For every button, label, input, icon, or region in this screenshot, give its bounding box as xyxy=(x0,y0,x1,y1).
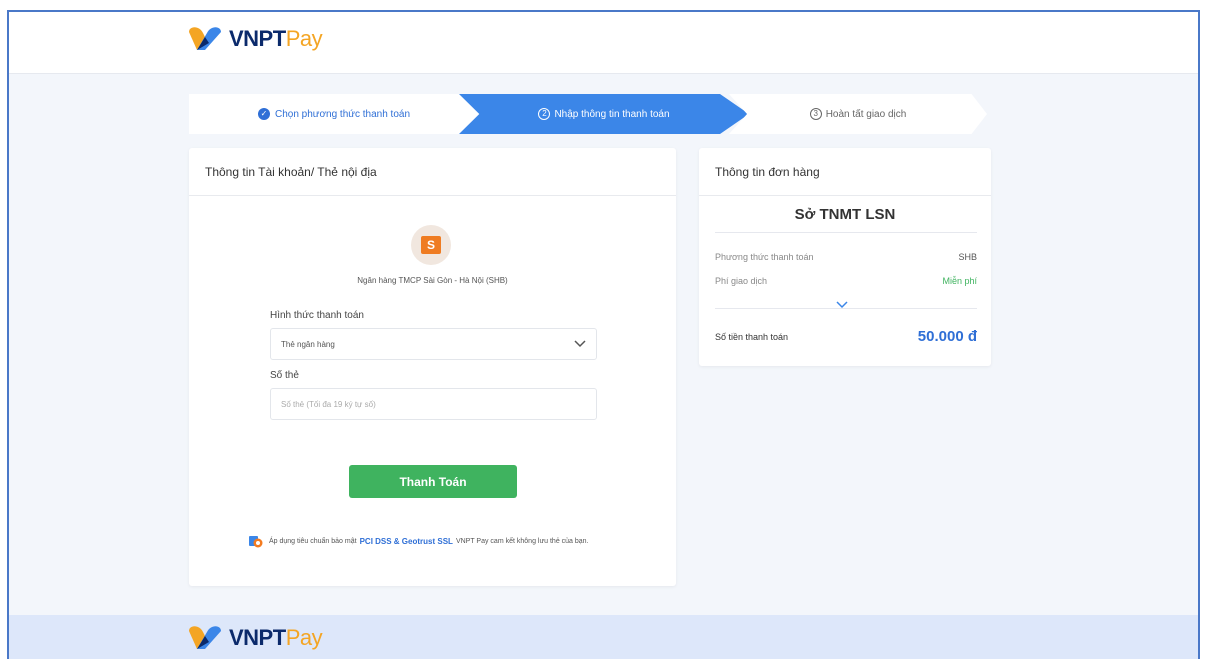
chevron-down-icon xyxy=(574,340,586,348)
payment-card-title: Thông tin Tài khoản/ Thẻ nội địa xyxy=(189,148,676,196)
payment-info-card: Thông tin Tài khoản/ Thẻ nội địa S Ngân … xyxy=(189,148,676,586)
heart-logo-icon xyxy=(189,27,221,50)
fee-row: Phí giao dịch Miễn phí xyxy=(715,276,977,286)
security-note: Áp dụng tiêu chuẩn bảo mật PCI DSS & Geo… xyxy=(249,534,649,548)
progress-steps: ✓ Chọn phương thức thanh toán 2 Nhập thô… xyxy=(189,94,987,134)
pay-button[interactable]: Thanh Toán xyxy=(349,465,517,498)
card-number-input[interactable]: Số thẻ (Tối đa 19 ký tự số) xyxy=(270,388,597,420)
bank-name: Ngân hàng TMCP Sài Gòn - Hà Nội (SHB) xyxy=(357,276,508,285)
step-complete: 3 Hoàn tất giao dịch xyxy=(729,94,987,134)
method-label: Hình thức thanh toán xyxy=(270,310,364,321)
merchant-name: Sở TNMT LSN xyxy=(794,206,896,223)
divider xyxy=(715,232,977,233)
order-info-card: Thông tin đơn hàng Sở TNMT LSN Phương th… xyxy=(699,148,991,366)
footer-vnptpay-logo: VNPTPay xyxy=(187,625,323,651)
footer-brand-vnpt-text: VNPT xyxy=(229,625,286,650)
screenshot-frame: VNPTPay ✓ Chọn phương thức thanh toán 2 … xyxy=(0,0,1205,659)
payment-method-select[interactable]: Thẻ ngân hàng xyxy=(270,328,597,360)
card-number-placeholder: Số thẻ (Tối đa 19 ký tự số) xyxy=(281,399,376,409)
step-3-number: 3 xyxy=(809,108,822,120)
step-1-label: Chọn phương thức thanh toán xyxy=(274,108,411,120)
total-row: Số tiền thanh toán 50.000 đ xyxy=(715,328,977,345)
header: VNPTPay xyxy=(9,12,1198,74)
order-card-title: Thông tin đơn hàng xyxy=(699,148,991,196)
card-number-label: Số thẻ xyxy=(270,370,299,381)
check-icon: ✓ xyxy=(257,108,270,120)
step-2-label: Nhập thông tin thanh toán xyxy=(554,108,670,120)
payment-method-value: Thẻ ngân hàng xyxy=(281,339,335,349)
security-highlight: PCI DSS & Geotrust SSL xyxy=(359,536,453,546)
security-badge-icon xyxy=(249,536,263,548)
expand-chevron-icon[interactable] xyxy=(836,301,848,309)
brand-pay-text: Pay xyxy=(285,26,323,51)
footer: VNPTPay xyxy=(9,615,1198,659)
total-label: Số tiền thanh toán xyxy=(715,331,789,342)
order-method-value: SHB xyxy=(958,252,977,262)
step-enter-info: 2 Nhập thông tin thanh toán xyxy=(459,94,749,134)
payment-method-row: Phương thức thanh toán SHB xyxy=(715,252,977,262)
brand-vnpt-text: VNPT xyxy=(229,26,286,51)
footer-brand-pay-text: Pay xyxy=(285,625,323,650)
step-choose-method[interactable]: ✓ Chọn phương thức thanh toán xyxy=(189,94,479,134)
fee-label: Phí giao dịch xyxy=(715,276,768,286)
vnptpay-logo[interactable]: VNPTPay xyxy=(187,26,323,52)
fee-value: Miễn phí xyxy=(942,276,977,286)
step-2-number: 2 xyxy=(538,108,551,120)
payment-page: VNPTPay ✓ Chọn phương thức thanh toán 2 … xyxy=(7,10,1200,659)
step-3-label: Hoàn tất giao dịch xyxy=(825,108,907,120)
security-suffix: VNPT Pay cam kết không lưu thẻ của bạn. xyxy=(455,537,589,545)
shb-bank-logo-icon: S xyxy=(411,225,451,265)
security-prefix: Áp dụng tiêu chuẩn bảo mật xyxy=(269,537,357,545)
heart-logo-icon xyxy=(189,626,221,649)
total-amount: 50.000 đ xyxy=(917,328,977,345)
order-method-label: Phương thức thanh toán xyxy=(715,252,814,262)
